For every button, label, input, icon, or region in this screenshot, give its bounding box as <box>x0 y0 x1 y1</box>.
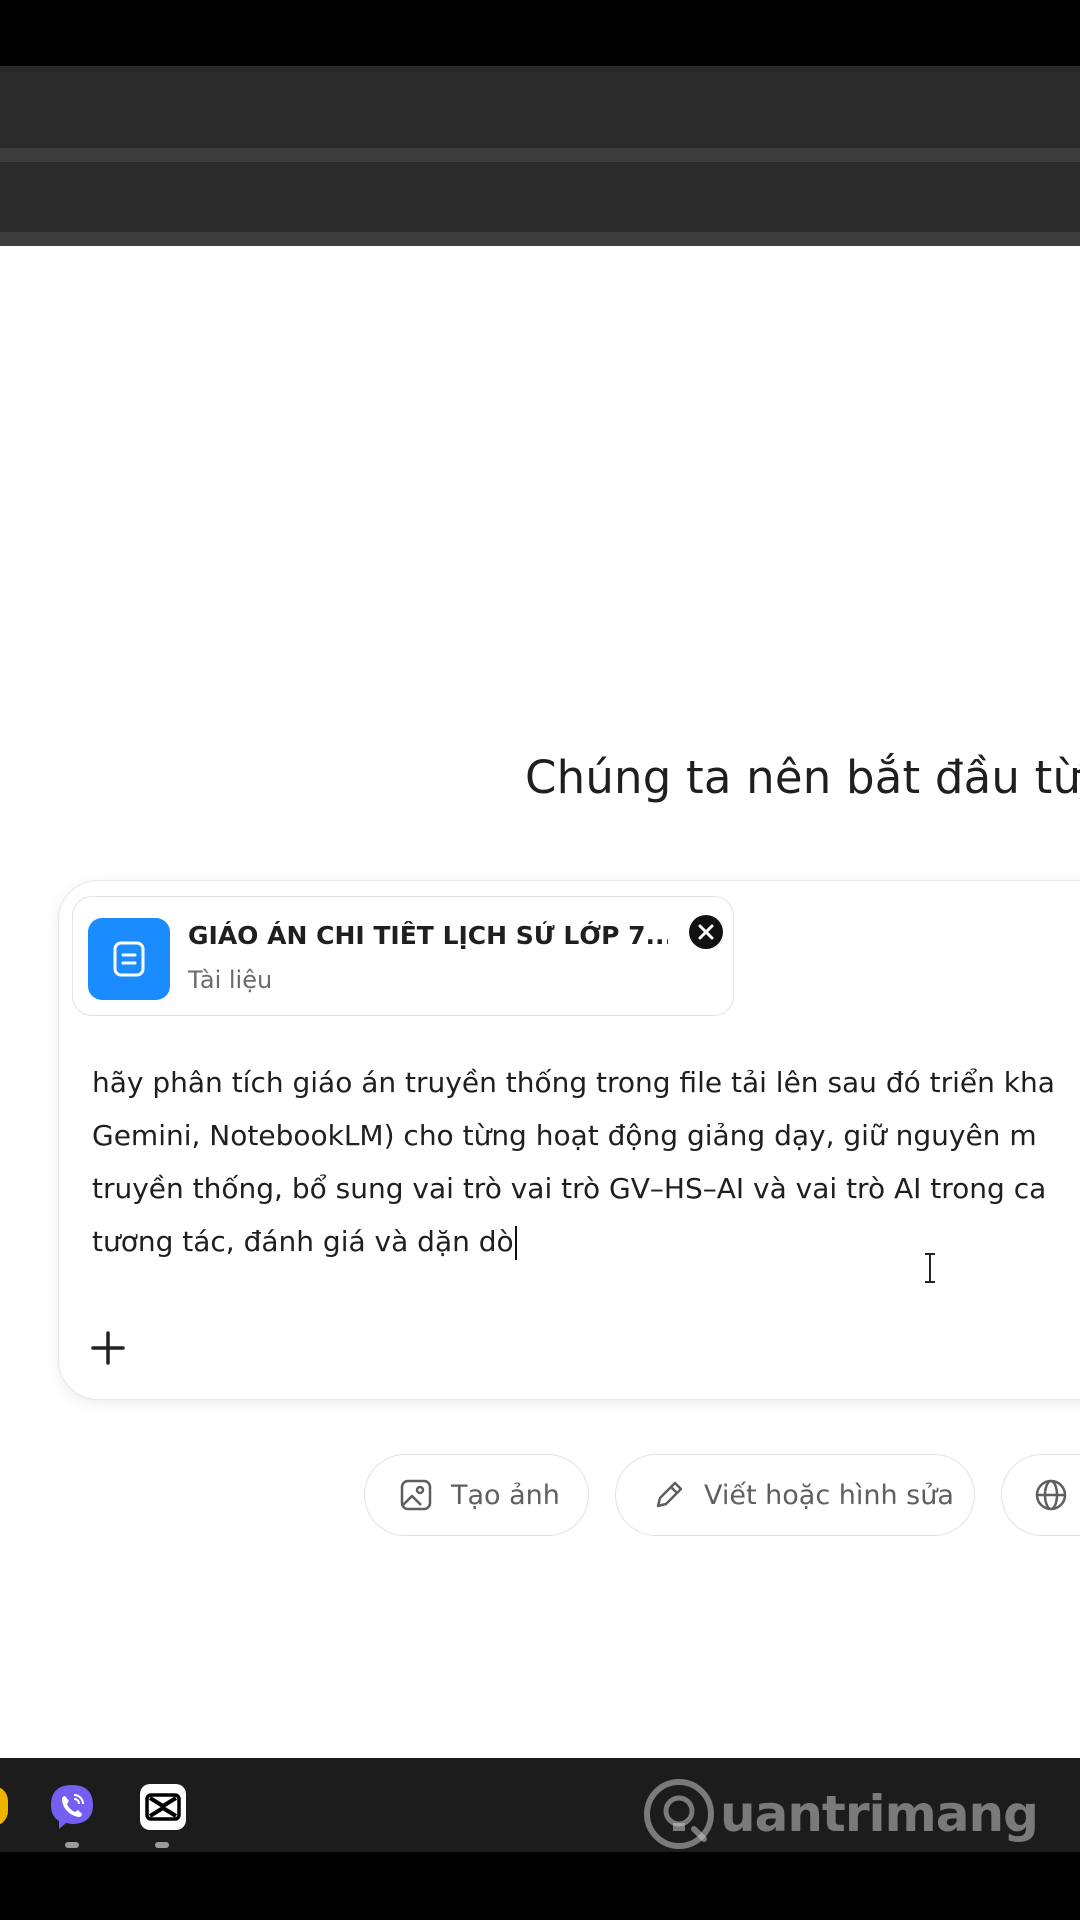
attachment-title: GIÁO ÁN CHI TIẾT LỊCH SỬ LỚP 7.... <box>188 921 668 950</box>
chrome-divider <box>0 232 1080 246</box>
write-edit-chip[interactable]: Viết hoặc hình sửa <box>615 1454 975 1536</box>
prompt-line-text: tương tác, đánh giá và dặn dò <box>92 1225 514 1258</box>
watermark: uantrimang <box>642 1776 1039 1852</box>
capcut-icon[interactable] <box>140 1784 186 1834</box>
create-image-chip[interactable]: Tạo ảnh <box>364 1454 589 1536</box>
text-caret <box>514 1226 517 1260</box>
prompt-line: truyền thống, bổ sung vai trò vai trò GV… <box>92 1172 1047 1205</box>
running-indicator <box>65 1842 79 1848</box>
close-icon <box>698 924 714 940</box>
plus-icon <box>91 1331 125 1365</box>
taskbar-app-icon[interactable] <box>0 1786 8 1826</box>
screen: Chúng ta nên bắt đầu từ đ GIÁO ÁN CHI TI… <box>0 0 1080 1920</box>
watermark-text: uantrimang <box>720 1785 1039 1843</box>
attachment-type: Tài liệu <box>188 966 273 994</box>
running-indicator <box>155 1842 169 1848</box>
chip-label: Viết hoặc hình sửa <box>704 1479 954 1511</box>
attachment-card[interactable] <box>72 896 734 1016</box>
bulb-logo-icon <box>644 1779 714 1849</box>
top-black-bar <box>0 0 1080 66</box>
prompt-input[interactable]: hãy phân tích giáo án truyền thống trong… <box>92 1056 1080 1268</box>
viber-icon[interactable] <box>47 1782 97 1836</box>
browser-tab-strip <box>0 66 1080 148</box>
bottom-black-bar <box>0 1852 1080 1920</box>
prompt-line: hãy phân tích giáo án truyền thống trong… <box>92 1066 1055 1099</box>
web-search-chip[interactable] <box>1001 1454 1080 1536</box>
ibeam-cursor-icon <box>923 1252 937 1288</box>
add-button[interactable] <box>88 1328 128 1368</box>
pencil-icon <box>652 1478 686 1512</box>
chip-label: Tạo ảnh <box>451 1479 560 1511</box>
chat-page: Chúng ta nên bắt đầu từ đ GIÁO ÁN CHI TI… <box>0 246 1080 1758</box>
greeting-heading: Chúng ta nên bắt đầu từ đ <box>525 751 1080 804</box>
prompt-line: Gemini, NotebookLM) cho từng hoạt động g… <box>92 1119 1037 1152</box>
remove-attachment-button[interactable] <box>689 915 723 949</box>
chrome-divider <box>0 148 1080 162</box>
document-icon <box>88 918 170 1000</box>
browser-toolbar <box>0 162 1080 232</box>
globe-icon <box>1034 1478 1068 1512</box>
image-icon <box>399 1478 433 1512</box>
